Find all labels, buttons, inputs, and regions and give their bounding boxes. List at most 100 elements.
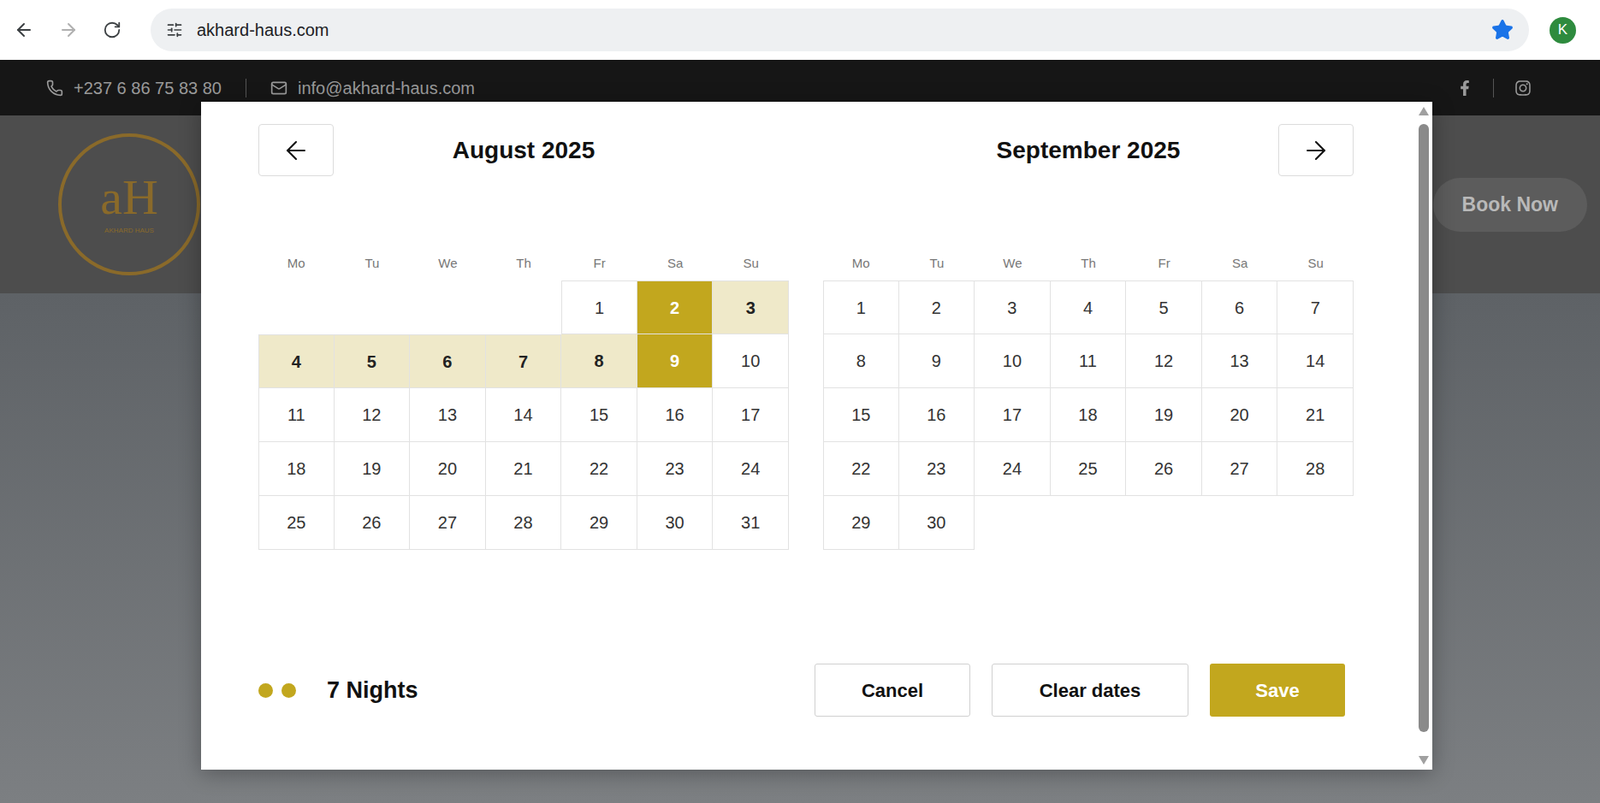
calendar-day[interactable]: 22 xyxy=(561,442,638,497)
phone-text[interactable]: +237 6 86 75 83 80 xyxy=(73,75,222,101)
calendar-day[interactable]: 11 xyxy=(1050,334,1127,389)
calendar-day[interactable]: 15 xyxy=(823,388,900,443)
calendar-day[interactable]: 16 xyxy=(899,388,976,443)
calendar-day[interactable]: 18 xyxy=(1050,388,1127,443)
forward-icon[interactable] xyxy=(58,19,79,41)
reload-icon[interactable] xyxy=(102,20,122,40)
calendar-day[interactable]: 14 xyxy=(1277,334,1354,389)
scroll-up-icon[interactable] xyxy=(1418,106,1429,116)
save-button[interactable]: Save xyxy=(1209,663,1346,718)
calendar-day[interactable]: 1 xyxy=(823,280,900,335)
previous-month-button[interactable] xyxy=(258,124,334,177)
facebook-icon[interactable] xyxy=(1457,80,1473,96)
calendar-day[interactable]: 21 xyxy=(485,442,563,497)
calendar-day[interactable]: 30 xyxy=(899,496,976,551)
calendar-day[interactable]: 29 xyxy=(823,496,900,551)
address-bar[interactable]: akhard-haus.com xyxy=(150,8,1529,52)
calendar-day[interactable]: 8 xyxy=(823,334,900,389)
next-month-button[interactable] xyxy=(1278,124,1354,177)
weekday-label: Su xyxy=(712,254,789,273)
calendar-day[interactable]: 23 xyxy=(637,442,714,497)
clear-dates-button[interactable]: Clear dates xyxy=(991,663,1189,718)
arrow-right-icon xyxy=(1301,136,1331,166)
calendar-day[interactable]: 1 xyxy=(561,280,638,335)
calendar-day[interactable]: 8 xyxy=(561,334,638,389)
calendar-day[interactable]: 6 xyxy=(1202,280,1279,335)
calendar-day[interactable]: 7 xyxy=(1277,280,1354,335)
calendar-day[interactable]: 15 xyxy=(561,388,638,443)
calendar-day[interactable]: 17 xyxy=(712,388,789,443)
calendar-day[interactable]: 7 xyxy=(485,334,563,389)
calendar-day[interactable]: 25 xyxy=(1050,442,1127,497)
calendar-day[interactable]: 11 xyxy=(258,388,335,443)
calendar-day[interactable]: 24 xyxy=(712,442,789,497)
calendar-day[interactable]: 23 xyxy=(899,442,976,497)
calendar-day[interactable]: 21 xyxy=(1277,388,1354,443)
calendar-day[interactable]: 19 xyxy=(334,442,411,497)
calendar-day[interactable]: 30 xyxy=(637,496,714,551)
calendar-day[interactable]: 12 xyxy=(1125,334,1203,389)
weekday-label: We xyxy=(974,254,1051,273)
site-settings-icon[interactable] xyxy=(165,21,184,39)
picker-footer: 7 Nights Cancel Clear dates Save xyxy=(258,663,1355,718)
calendar-day[interactable]: 27 xyxy=(409,496,486,551)
book-now-button[interactable]: Book Now xyxy=(1433,177,1588,232)
calendar-day[interactable]: 2 xyxy=(899,280,976,335)
calendar-day[interactable]: 22 xyxy=(823,442,900,497)
instagram-icon[interactable] xyxy=(1514,79,1532,97)
logo[interactable]: aHAKHARD HAUS xyxy=(58,133,201,276)
calendar-day[interactable]: 26 xyxy=(334,496,411,551)
profile-avatar[interactable]: K xyxy=(1549,17,1577,44)
phone-icon xyxy=(46,79,64,97)
calendar-day[interactable]: 20 xyxy=(409,442,486,497)
calendar-day[interactable]: 9 xyxy=(637,334,714,389)
calendar-day[interactable]: 16 xyxy=(637,388,714,443)
calendar-day[interactable]: 3 xyxy=(974,280,1051,335)
calendar-day[interactable]: 19 xyxy=(1125,388,1203,443)
weekday-label: Su xyxy=(1277,254,1354,273)
calendar-day[interactable]: 10 xyxy=(712,334,789,389)
scrollbar[interactable] xyxy=(1415,101,1433,771)
calendar-day[interactable]: 4 xyxy=(258,334,335,389)
calendar-day[interactable]: 28 xyxy=(485,496,563,551)
weekday-label: Mo xyxy=(258,254,335,273)
nights-count: 7 Nights xyxy=(326,673,419,709)
weekday-label: Mo xyxy=(823,254,900,273)
calendar-day[interactable]: 6 xyxy=(409,334,486,389)
calendar-day[interactable]: 5 xyxy=(1125,280,1203,335)
arrow-left-icon xyxy=(281,136,311,166)
date-picker-modal: August 2025MoTuWeThFrSaSu123456789101112… xyxy=(201,101,1433,771)
calendar-day[interactable]: 10 xyxy=(974,334,1051,389)
calendar-day[interactable]: 28 xyxy=(1277,442,1354,497)
calendar-day[interactable]: 3 xyxy=(712,280,789,335)
calendar-day[interactable]: 13 xyxy=(1202,334,1279,389)
calendar-day[interactable]: 31 xyxy=(712,496,789,551)
calendar-day[interactable]: 13 xyxy=(409,388,486,443)
calendar-day[interactable]: 18 xyxy=(258,442,335,497)
browser-toolbar: akhard-haus.com K xyxy=(0,0,1600,60)
calendar-day[interactable]: 20 xyxy=(1202,388,1279,443)
cancel-button[interactable]: Cancel xyxy=(814,663,971,718)
weekday-label: Th xyxy=(1050,254,1127,273)
calendar-day[interactable]: 17 xyxy=(974,388,1051,443)
calendar-day[interactable]: 25 xyxy=(258,496,335,551)
calendar-day[interactable]: 9 xyxy=(899,334,976,389)
calendar-day[interactable]: 27 xyxy=(1202,442,1279,497)
scrollbar-thumb[interactable] xyxy=(1418,124,1429,733)
calendar-day[interactable]: 24 xyxy=(974,442,1051,497)
month-title: August 2025 xyxy=(333,132,714,169)
calendar-day[interactable]: 14 xyxy=(485,388,563,443)
calendar-day[interactable]: 26 xyxy=(1125,442,1203,497)
back-icon[interactable] xyxy=(13,19,35,41)
bookmark-star-icon[interactable] xyxy=(1491,18,1514,42)
calendar-day[interactable]: 4 xyxy=(1050,280,1127,335)
calendar-day[interactable]: 5 xyxy=(334,334,411,389)
mail-icon xyxy=(270,79,288,97)
email-text[interactable]: info@akhard-haus.com xyxy=(297,75,475,101)
month-title: September 2025 xyxy=(898,132,1279,169)
calendar-day[interactable]: 29 xyxy=(561,496,638,551)
weekday-label: We xyxy=(409,254,486,273)
scroll-down-icon[interactable] xyxy=(1418,756,1429,765)
calendar-day[interactable]: 12 xyxy=(334,388,411,443)
calendar-day[interactable]: 2 xyxy=(637,280,714,335)
